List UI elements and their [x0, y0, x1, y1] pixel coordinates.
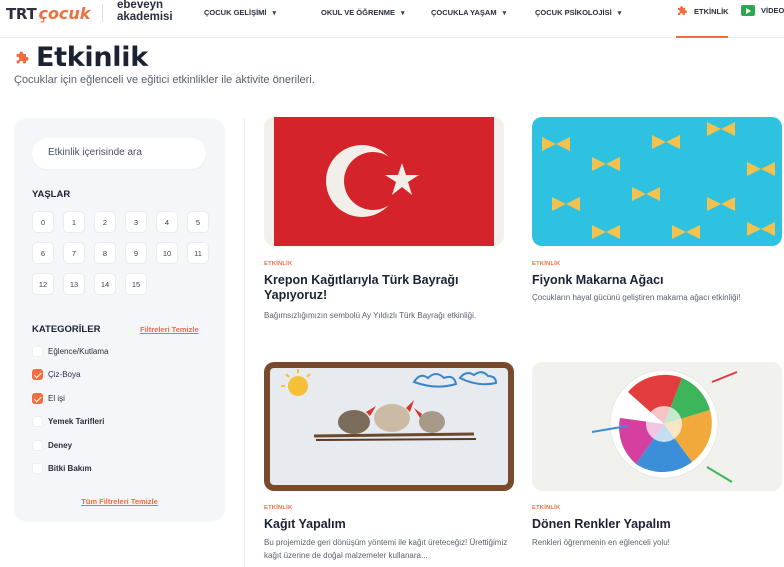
card-description: Çocukların hayal gücünü geliştiren makar…	[532, 293, 741, 302]
card-tag: ETKİNLİK	[532, 261, 561, 267]
logo-divider	[102, 4, 103, 22]
bow-pasta-image	[532, 117, 782, 246]
card-description: Renkleri öğrenmenin en eğlenceli yolu!	[532, 538, 670, 547]
card-title[interactable]: Dönen Renkler Yapalım	[532, 517, 772, 532]
puzzle-icon	[676, 5, 688, 17]
card-description: Bu projemizde geri dönüşüm yöntemi ile k…	[264, 538, 508, 560]
category-eglence-kutlama[interactable]: Eğlence/Kutlama	[32, 345, 108, 357]
category-label: Deney	[48, 440, 73, 450]
activity-search-input[interactable]: Etkinlik içerisinde ara	[32, 138, 206, 169]
category-ciz-boya[interactable]: Çiz-Boya	[32, 369, 108, 381]
nav-etkinlik[interactable]: ETKİNLİK	[676, 5, 729, 17]
card-image-donen-renkler[interactable]	[532, 362, 782, 491]
age-button[interactable]: 14	[94, 273, 116, 295]
age-button[interactable]: 4	[156, 211, 178, 233]
age-button[interactable]: 10	[156, 242, 178, 264]
age-button[interactable]: 6	[32, 242, 54, 264]
age-button[interactable]: 12	[32, 273, 54, 295]
trt-cocuk-logo[interactable]: TRT çocuk	[6, 4, 90, 23]
age-button[interactable]: 5	[187, 211, 209, 233]
age-button[interactable]: 1	[63, 211, 85, 233]
card-tag: ETKİNLİK	[264, 505, 293, 511]
logo-cocuk: çocuk	[38, 4, 91, 23]
chevron-down-icon: ▾	[272, 9, 277, 17]
brand-line-2: akademisi	[117, 11, 173, 23]
age-button[interactable]: 7	[63, 242, 85, 264]
puzzle-icon	[16, 50, 29, 63]
nav-video[interactable]: VİDEO	[741, 5, 784, 16]
checkbox[interactable]	[32, 463, 43, 475]
checkbox[interactable]	[32, 416, 43, 428]
card-image-fiyonk-makarna[interactable]	[532, 117, 782, 246]
spin-art-image	[532, 362, 782, 491]
nav-okul-ve-ogrenme[interactable]: OKUL VE ÖĞRENME ▾	[321, 8, 405, 17]
logo-trt: TRT	[6, 4, 37, 23]
active-nav-indicator	[676, 36, 728, 38]
card-tag: ETKİNLİK	[532, 505, 561, 511]
checkbox-checked[interactable]	[32, 392, 43, 404]
category-label: Eğlence/Kutlama	[48, 346, 109, 356]
nav-label: ÇOCUK PSİKOLOJİSİ	[535, 8, 612, 17]
age-button[interactable]: 8	[94, 242, 116, 264]
age-button[interactable]: 3	[125, 211, 147, 233]
category-label: Yemek Tarifleri	[48, 417, 105, 427]
categories-title: KATEGORİLER	[32, 324, 101, 335]
category-filter-list: Eğlence/Kutlama Çiz-Boya El işi Yemek Ta…	[32, 345, 108, 487]
age-button[interactable]: 9	[125, 242, 147, 264]
age-button[interactable]: 2	[94, 211, 116, 233]
nav-label: VİDEO	[761, 6, 784, 15]
age-button[interactable]: 13	[63, 273, 85, 295]
checkbox-checked[interactable]	[32, 369, 43, 381]
age-button[interactable]: 0	[32, 211, 54, 233]
checkbox[interactable]	[32, 345, 43, 357]
brand-line-1: ebeveyn	[117, 0, 164, 11]
card-title[interactable]: Fiyonk Makarna Ağacı	[532, 273, 772, 288]
filter-sidebar: Etkinlik içerisinde ara YAŞLAR 0 1 2 3 4…	[14, 118, 225, 522]
chevron-down-icon: ▾	[502, 9, 507, 17]
content-divider	[244, 118, 245, 567]
nav-label: ÇOCUK GELİŞİMİ	[204, 8, 267, 17]
category-label: El işi	[48, 393, 65, 403]
turkish-flag-craft-image	[264, 117, 504, 246]
age-button[interactable]: 15	[125, 273, 147, 295]
nav-label: ETKİNLİK	[694, 6, 729, 16]
clear-all-filters-link[interactable]: Tüm Filtreleri Temizle	[14, 497, 225, 506]
nav-label: ÇOCUKLA YAŞAM	[431, 8, 497, 17]
card-tag: ETKİNLİK	[264, 261, 293, 267]
page-heading: Etkinlik	[14, 42, 148, 73]
card-image-turk-bayragi[interactable]	[264, 117, 504, 246]
ebeveyn-akademisi-logo[interactable]: ebeveyn akademisi	[117, 0, 173, 23]
nav-cocuk-gelisimi[interactable]: ÇOCUK GELİŞİMİ ▾	[204, 8, 276, 17]
card-title[interactable]: Krepon Kağıtlarıyla Türk Bayrağı Yapıyor…	[264, 273, 504, 303]
clear-filters-link[interactable]: Filtreleri Temizle	[140, 325, 199, 334]
page-title: Etkinlik	[36, 42, 148, 73]
age-button[interactable]: 11	[187, 242, 209, 264]
age-filter-list: 0 1 2 3 4 5 6 7 8 9 10 11 12 13 14 15	[32, 211, 212, 295]
ages-title: YAŞLAR	[32, 189, 71, 200]
category-bitki-bakim[interactable]: Bitki Bakım	[32, 463, 108, 475]
category-el-isi[interactable]: El işi	[32, 392, 108, 404]
card-title[interactable]: Kağıt Yapalım	[264, 517, 504, 532]
nav-label: OKUL VE ÖĞRENME	[321, 8, 396, 17]
card-description: Bağımsızlığımızın sembolü Ay Yıldızlı Tü…	[264, 311, 477, 320]
checkbox[interactable]	[32, 439, 43, 451]
top-navigation-bar: TRT çocuk ebeveyn akademisi ÇOCUK GELİŞİ…	[0, 0, 784, 38]
category-yemek-tarifleri[interactable]: Yemek Tarifleri	[32, 416, 108, 428]
paper-craft-image	[264, 362, 514, 491]
category-label: Bitki Bakım	[48, 464, 92, 474]
chevron-down-icon: ▾	[401, 9, 405, 17]
nav-cocuk-psikolojisi[interactable]: ÇOCUK PSİKOLOJİSİ ▾	[535, 8, 621, 17]
video-play-icon	[741, 5, 755, 16]
page-subtitle: Çocuklar için eğlenceli ve eğitici etkin…	[14, 74, 315, 86]
category-label: Çiz-Boya	[48, 370, 81, 380]
nav-cocukla-yasam[interactable]: ÇOCUKLA YAŞAM ▾	[431, 8, 506, 17]
card-image-kagit-yapalim[interactable]	[264, 362, 514, 491]
category-deney[interactable]: Deney	[32, 439, 108, 451]
chevron-down-icon: ▾	[617, 9, 622, 17]
